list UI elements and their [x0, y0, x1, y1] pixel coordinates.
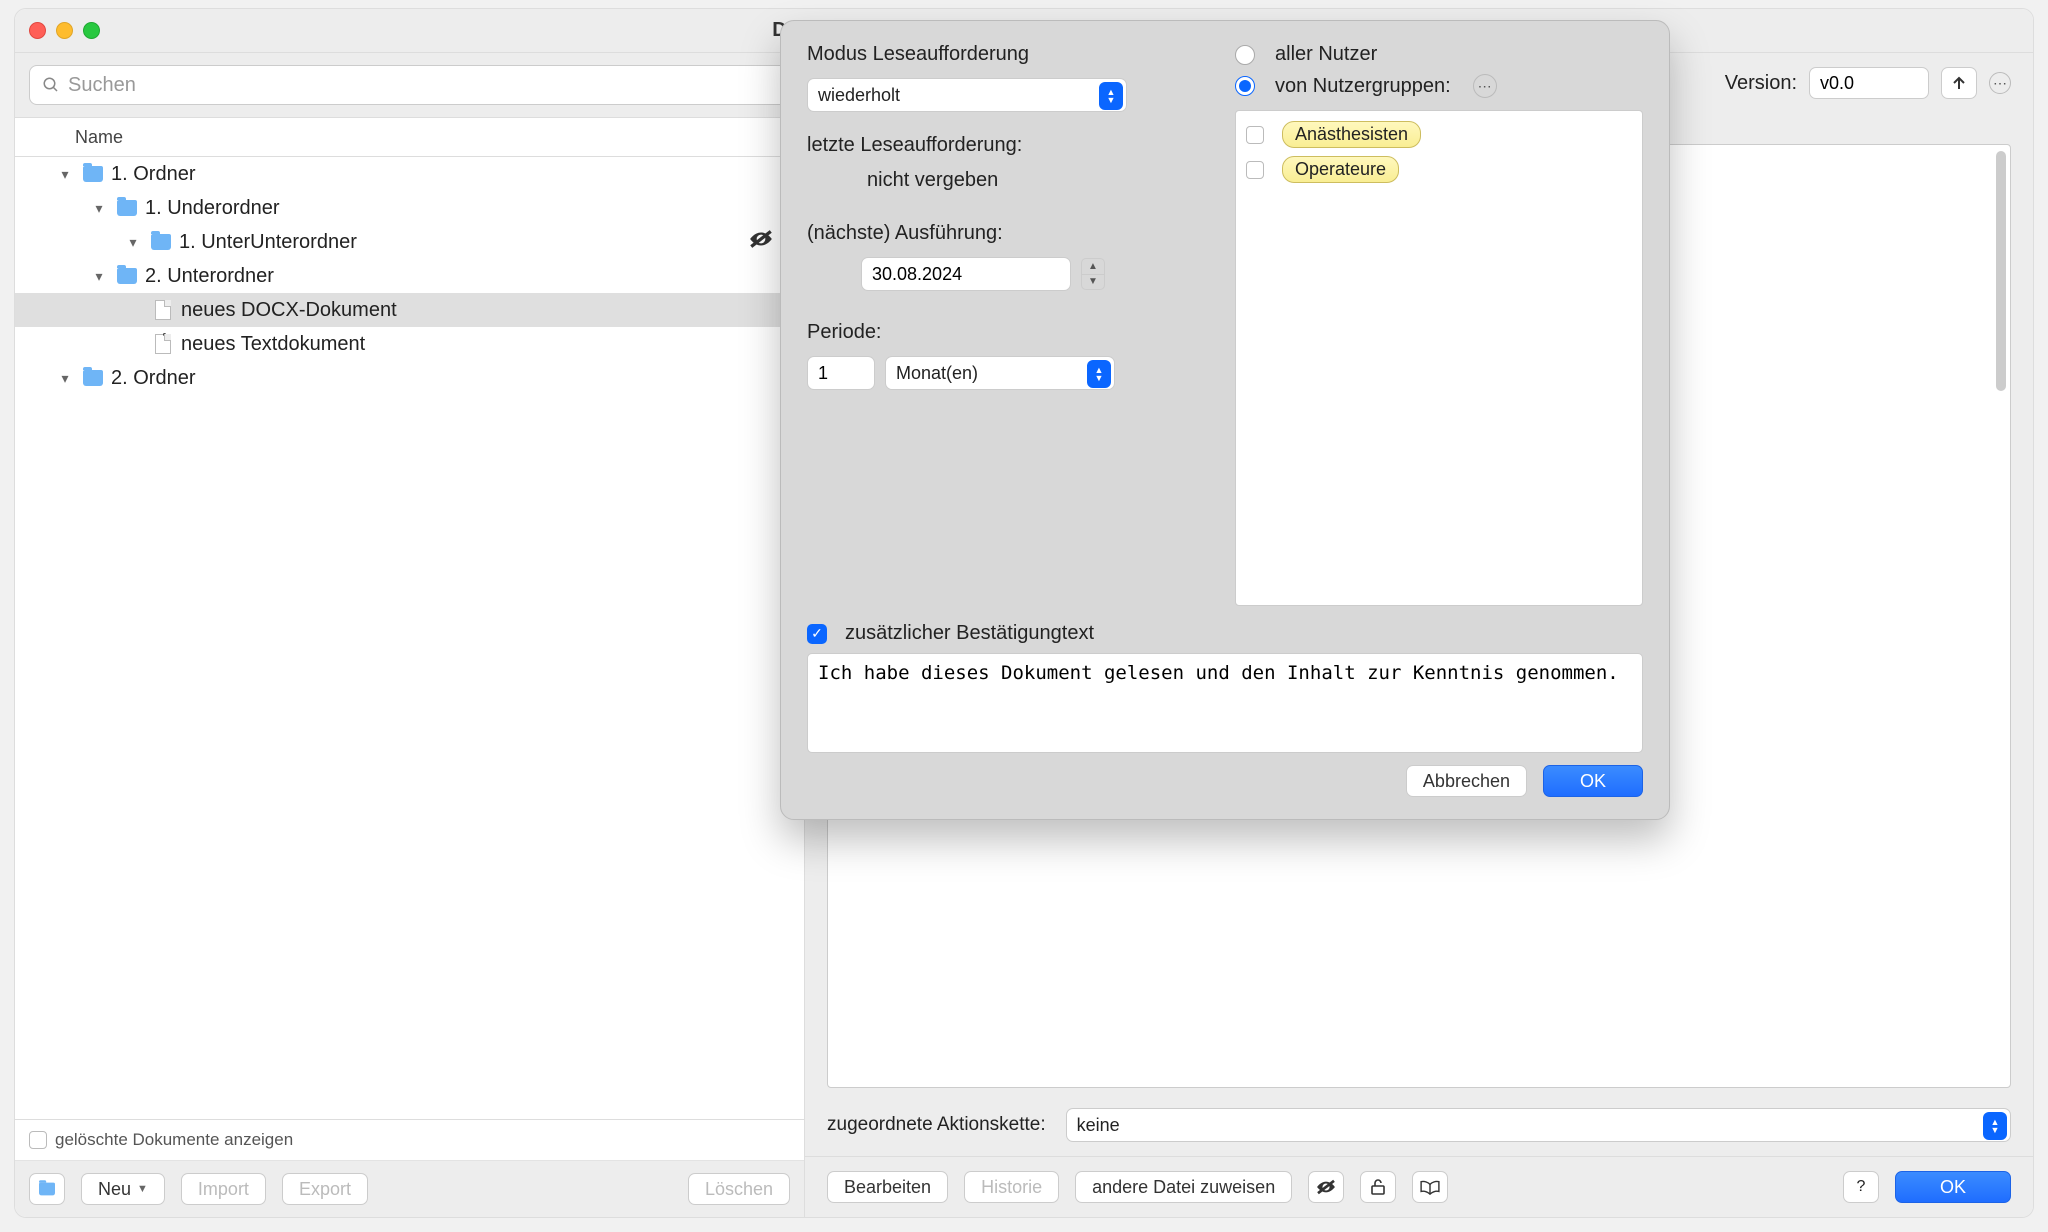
tree-row-folder[interactable]: ▾ 2. Ordner: [15, 361, 804, 395]
lock-open-icon: [1369, 1178, 1387, 1196]
show-deleted-label: gelöschte Dokumente anzeigen: [55, 1130, 293, 1150]
search-field[interactable]: [29, 65, 790, 105]
lock-button[interactable]: [1360, 1171, 1396, 1203]
column-header-name[interactable]: Name: [15, 117, 804, 157]
group-row[interactable]: Anästhesisten: [1246, 121, 1632, 148]
import-button[interactable]: Import: [181, 1173, 266, 1205]
select-arrows-icon: ▲▼: [1983, 1112, 2007, 1140]
delete-button[interactable]: Löschen: [688, 1173, 790, 1205]
tree-row-folder[interactable]: ▾ 1. Ordner: [15, 157, 804, 191]
right-toolbar: Bearbeiten Historie andere Datei zuweise…: [805, 1156, 2033, 1217]
radio-user-groups[interactable]: [1235, 76, 1255, 96]
confirm-textarea[interactable]: [807, 653, 1643, 753]
tree-label: 1. Underordner: [145, 197, 280, 220]
search-icon: [42, 76, 60, 94]
arrow-up-icon: [1951, 75, 1967, 91]
new-button[interactable]: Neu ▼: [81, 1173, 165, 1205]
version-input[interactable]: [1809, 67, 1929, 99]
text-file-icon: [155, 334, 171, 354]
stepper-down-icon[interactable]: ▼: [1082, 275, 1104, 290]
tree-row-folder[interactable]: ▾ 1. UnterUnterordner: [15, 225, 804, 259]
tree-row-folder[interactable]: ▾ 2. Unterordner: [15, 259, 804, 293]
folder-icon: [117, 200, 137, 216]
tree-label: 1. UnterUnterordner: [179, 231, 357, 254]
cancel-button[interactable]: Abbrechen: [1406, 765, 1527, 797]
book-open-icon: [1419, 1179, 1441, 1195]
period-count-input[interactable]: [807, 356, 875, 390]
ok-button[interactable]: OK: [1895, 1171, 2011, 1203]
radio-all-users[interactable]: [1235, 45, 1255, 65]
choose-groups-button[interactable]: ⋯: [1473, 74, 1497, 98]
left-toolbar: Neu ▼ Import Export Löschen: [15, 1160, 804, 1217]
stepper-up-icon[interactable]: ▲: [1082, 259, 1104, 275]
tree-label: neues DOCX-Dokument: [181, 299, 397, 322]
confirm-text-checkbox[interactable]: ✓: [807, 624, 827, 644]
eye-off-icon: [1315, 1179, 1337, 1195]
tree-row-folder[interactable]: ▾ 1. Underordner: [15, 191, 804, 225]
version-label: Version:: [1725, 72, 1797, 95]
docx-file-icon: [155, 300, 171, 320]
group-checkbox[interactable]: [1246, 126, 1264, 144]
tree-label: 1. Ordner: [111, 163, 195, 186]
left-panel: Name ▾ 1. Ordner ▾ 1. Underordner ▾ 1. U…: [15, 53, 805, 1217]
mode-label: Modus Leseaufforderung: [807, 43, 1207, 66]
show-deleted-row[interactable]: gelöschte Dokumente anzeigen: [15, 1119, 804, 1160]
export-button[interactable]: Export: [282, 1173, 368, 1205]
folder-icon: [151, 234, 171, 250]
action-chain-label: zugeordnete Aktionskette:: [827, 1114, 1046, 1136]
read-prompt-dialog: Modus Leseaufforderung wiederholt ▲▼ let…: [780, 20, 1670, 820]
assign-file-button[interactable]: andere Datei zuweisen: [1075, 1171, 1292, 1203]
select-arrows-icon: ▲▼: [1099, 82, 1123, 110]
select-arrows-icon: ▲▼: [1087, 360, 1111, 388]
period-unit-select[interactable]: Monat(en) ▲▼: [885, 356, 1115, 390]
tree-label: 2. Unterordner: [145, 265, 274, 288]
document-tree: ▾ 1. Ordner ▾ 1. Underordner ▾ 1. UnterU…: [15, 157, 804, 1119]
folder-icon: [83, 166, 103, 182]
group-tag: Operateure: [1282, 156, 1399, 183]
chevron-down-icon: ▼: [137, 1183, 148, 1195]
preview-scrollbar[interactable]: [1996, 151, 2006, 391]
radio-user-groups-row[interactable]: von Nutzergruppen: ⋯: [1235, 74, 1643, 98]
visibility-button[interactable]: [1308, 1171, 1344, 1203]
date-stepper[interactable]: ▲ ▼: [1081, 258, 1105, 290]
more-button[interactable]: ⋯: [1989, 72, 2011, 94]
upload-version-button[interactable]: [1941, 67, 1977, 99]
search-input[interactable]: [68, 74, 777, 97]
new-folder-button[interactable]: [29, 1173, 65, 1205]
last-prompt-value: nicht vergeben: [807, 169, 1207, 192]
tree-row-file[interactable]: neues Textdokument: [15, 327, 804, 361]
action-chain-row: zugeordnete Aktionskette: keine ▲▼: [805, 1100, 2033, 1156]
edit-button[interactable]: Bearbeiten: [827, 1171, 948, 1203]
history-button[interactable]: Historie: [964, 1171, 1059, 1203]
group-tag: Anästhesisten: [1282, 121, 1421, 148]
tree-label: neues Textdokument: [181, 333, 365, 356]
tree-label: 2. Ordner: [111, 367, 195, 390]
show-deleted-checkbox[interactable]: [29, 1131, 47, 1149]
mode-select[interactable]: wiederholt ▲▼: [807, 78, 1127, 112]
chevron-down-icon[interactable]: ▾: [55, 370, 75, 387]
radio-all-users-row[interactable]: aller Nutzer: [1235, 43, 1643, 66]
chevron-down-icon[interactable]: ▾: [123, 234, 143, 251]
confirm-text-row[interactable]: ✓ zusätzlicher Bestätigungtext: [807, 622, 1643, 645]
ok-button[interactable]: OK: [1543, 765, 1643, 797]
chevron-down-icon[interactable]: ▾: [55, 166, 75, 183]
folder-icon: [83, 370, 103, 386]
folder-icon: [39, 1183, 55, 1196]
next-exec-date-input[interactable]: [861, 257, 1071, 291]
chevron-down-icon[interactable]: ▾: [89, 200, 109, 217]
period-label: Periode:: [807, 321, 1207, 344]
read-button[interactable]: [1412, 1171, 1448, 1203]
tree-row-file-selected[interactable]: neues DOCX-Dokument: [15, 293, 804, 327]
next-exec-label: (nächste) Ausführung:: [807, 222, 1207, 245]
question-icon: ?: [1857, 1178, 1866, 1196]
last-prompt-label: letzte Leseaufforderung:: [807, 134, 1207, 157]
folder-icon: [117, 268, 137, 284]
chevron-down-icon[interactable]: ▾: [89, 268, 109, 285]
group-checkbox[interactable]: [1246, 161, 1264, 179]
action-chain-select[interactable]: keine ▲▼: [1066, 1108, 2011, 1142]
help-button[interactable]: ?: [1843, 1171, 1879, 1203]
group-row[interactable]: Operateure: [1246, 156, 1632, 183]
user-groups-list: Anästhesisten Operateure: [1235, 110, 1643, 606]
